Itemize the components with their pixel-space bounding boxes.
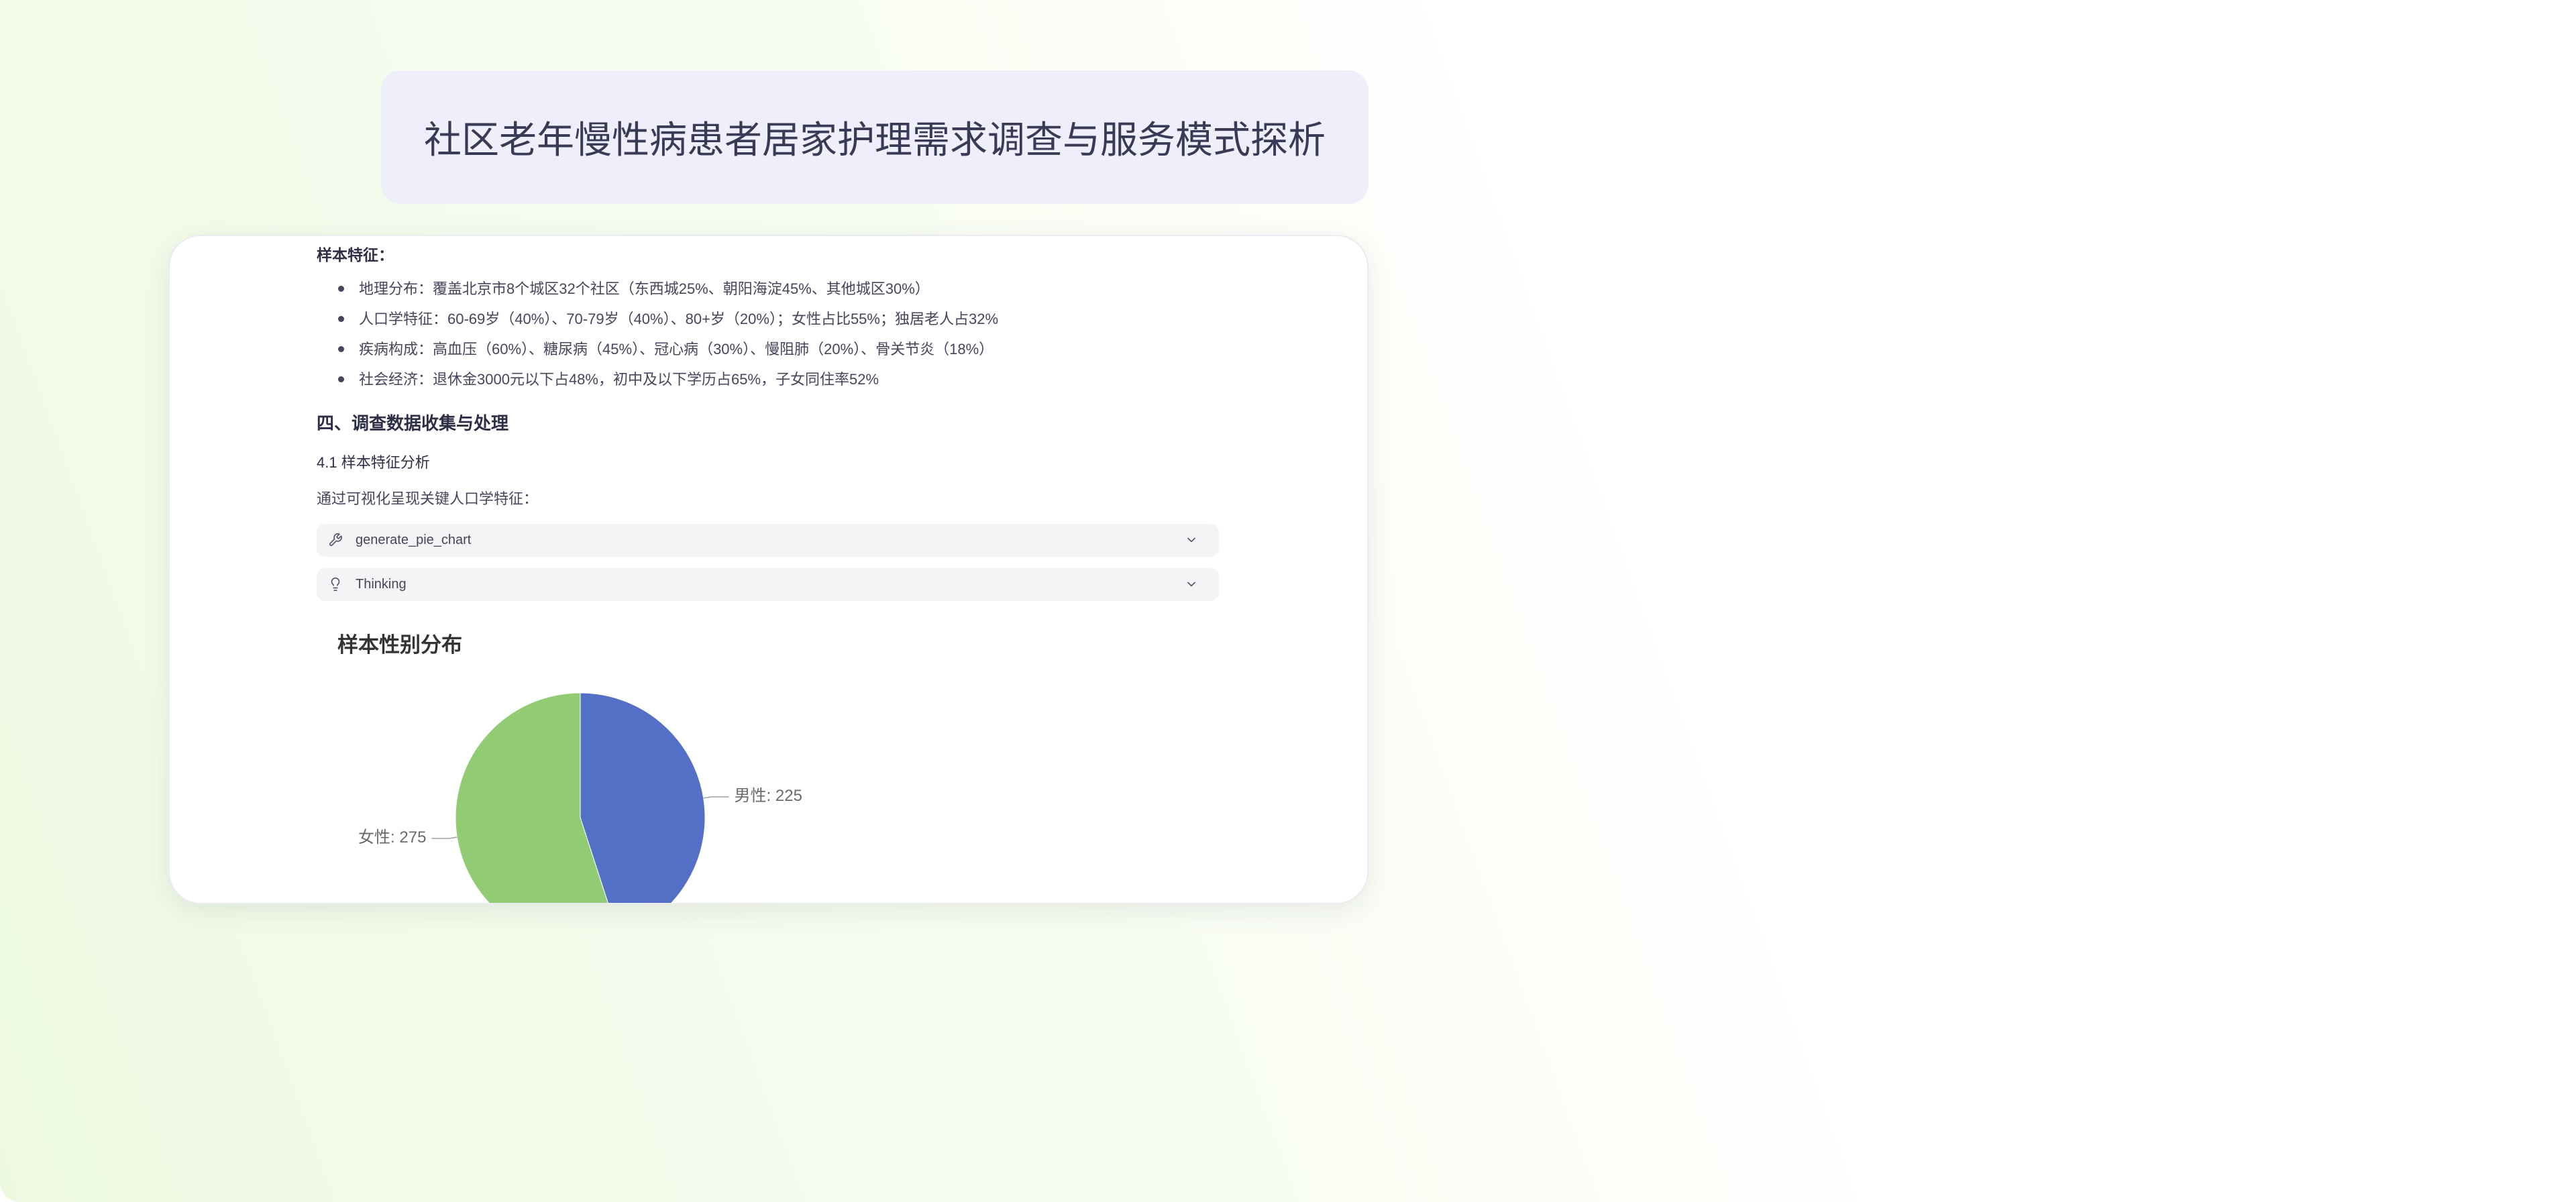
page-title: 社区老年慢性病患者居家护理需求调查与服务模式探析 <box>424 119 1326 161</box>
chevron-down-icon[interactable] <box>1185 578 1198 591</box>
document-card: 样本特征： 地理分布：覆盖北京市8个城区32个社区（东西城25%、朝阳海淀45%… <box>168 235 1368 904</box>
thinking-label: Thinking <box>356 577 407 592</box>
thinking-panel[interactable]: Thinking <box>317 568 1219 601</box>
tool-call-label: generate_pie_chart <box>356 533 472 547</box>
intro-text: 通过可视化呈现关键人口学特征： <box>317 490 539 507</box>
chart-title: 样本性别分布 <box>337 633 462 657</box>
pie-label-value: 275 <box>399 828 426 846</box>
pie-leader-line <box>431 836 458 839</box>
sample-features-item: 地理分布：覆盖北京市8个城区32个社区（东西城25%、朝阳海淀45%、其他城区3… <box>337 274 998 304</box>
sample-features-heading: 样本特征： <box>317 246 394 264</box>
pie-label-2: 女性: 275 <box>358 828 426 846</box>
title-banner: 社区老年慢性病患者居家护理需求调查与服务模式探析 <box>381 70 1368 204</box>
pie-chart-svg: 男性: 225 女性: 275 <box>358 692 802 903</box>
sample-features-item: 人口学特征：60-69岁（40%）、70-79岁（40%）、80+岁（20%）；… <box>337 304 998 334</box>
pie-slice-1 <box>580 692 706 903</box>
tool-call-generate-pie-chart[interactable]: generate_pie_chart <box>317 524 1219 557</box>
sample-features-item: 疾病构成：高血压（60%）、糖尿病（45%）、冠心病（30%）、慢阻肺（20%）… <box>337 334 998 364</box>
pie-label-separator: : <box>767 787 775 805</box>
sample-features-item: 社会经济：退休金3000元以下占48%，初中及以下学历占65%，子女同住率52% <box>337 364 998 394</box>
pie-chart: 样本性别分布 男性: 225 女性: 275 <box>317 618 1219 903</box>
pie-label-name: 女性 <box>358 828 390 846</box>
app-background: 社区老年慢性病患者居家护理需求调查与服务模式探析 样本特征： 地理分布：覆盖北京… <box>0 0 2576 1202</box>
pie-label-separator: : <box>390 828 399 846</box>
sample-features-list: 地理分布：覆盖北京市8个城区32个社区（东西城25%、朝阳海淀45%、其他城区3… <box>337 274 998 394</box>
pie-leader-line <box>703 796 729 799</box>
pie-label-name: 男性 <box>735 787 767 805</box>
subsection-heading: 4.1 样本特征分析 <box>317 454 430 471</box>
chevron-down-icon[interactable] <box>1185 533 1198 547</box>
lightbulb-icon <box>328 577 343 592</box>
section-heading: 四、调查数据收集与处理 <box>317 413 509 433</box>
wrench-icon <box>328 533 343 547</box>
pie-label-value: 225 <box>775 787 802 805</box>
pie-label-1: 男性: 225 <box>735 787 802 805</box>
